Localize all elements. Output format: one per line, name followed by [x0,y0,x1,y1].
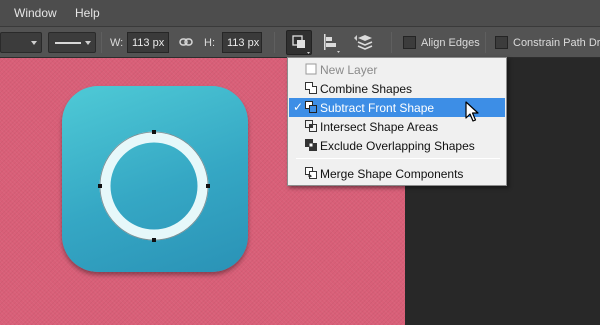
ring-shape[interactable] [95,128,215,248]
menu-item-combine-shapes[interactable]: Combine Shapes [289,79,505,98]
menu-bar: Window Help [0,0,600,27]
menu-item-label: Exclude Overlapping Shapes [320,139,475,153]
chevron-down-icon [85,41,91,45]
menu-item-label: Merge Shape Components [320,167,464,181]
constrain-path-drag-label: Constrain Path Drag [513,37,600,49]
menu-item-label: Combine Shapes [320,82,413,96]
merge-shape-components-icon [305,167,317,179]
link-dimensions-icon[interactable] [179,36,193,48]
menu-window[interactable]: Window [14,6,57,20]
options-bar: W: 113 px H: 113 px Align Edges Constrai… [0,27,600,58]
constrain-path-drag-checkbox[interactable] [495,36,508,49]
new-layer-icon [305,63,317,75]
path-operations-button[interactable] [286,30,312,55]
menu-item-label: New Layer [320,63,378,77]
stroke-type-dropdown[interactable] [48,32,96,53]
anchor-point-left[interactable] [98,184,102,188]
path-alignment-icon [324,34,340,53]
toolbar-divider [485,32,486,53]
path-alignment-button[interactable] [318,30,344,55]
fill-type-dropdown[interactable] [0,32,42,53]
combine-shapes-icon [305,82,317,94]
chevron-down-icon [31,41,37,45]
subtract-front-shape-icon [305,101,317,113]
stroke-line-icon [55,42,81,44]
toolbar-divider [101,32,102,53]
exclude-overlapping-shapes-icon [305,139,317,151]
intersect-shape-areas-icon [305,120,317,132]
menu-item-exclude-overlapping-shapes[interactable]: Exclude Overlapping Shapes [289,136,505,155]
checkmark-icon: ✓ [293,100,304,114]
height-field[interactable]: 113 px [222,32,262,53]
toolbar-divider [391,32,392,53]
path-operations-icon [292,35,310,54]
width-label: W: [110,37,124,49]
align-edges-label: Align Edges [421,37,480,49]
menu-separator [296,158,500,159]
menu-help[interactable]: Help [75,6,100,20]
anchor-point-top[interactable] [152,130,156,134]
toolbar-divider [274,32,275,53]
anchor-point-bottom[interactable] [152,238,156,242]
align-edges-checkbox[interactable] [403,36,416,49]
path-arrangement-button[interactable] [352,30,378,55]
width-field[interactable]: 113 px [127,32,169,53]
anchor-point-right[interactable] [206,184,210,188]
menu-item-new-layer: New Layer [289,60,505,79]
mouse-pointer-icon [465,101,479,122]
height-label: H: [204,37,215,49]
path-arrangement-icon [354,35,373,50]
menu-item-label: Subtract Front Shape [320,101,435,115]
menu-item-label: Intersect Shape Areas [320,120,439,134]
menu-item-merge-shape-components[interactable]: Merge Shape Components [289,164,505,183]
